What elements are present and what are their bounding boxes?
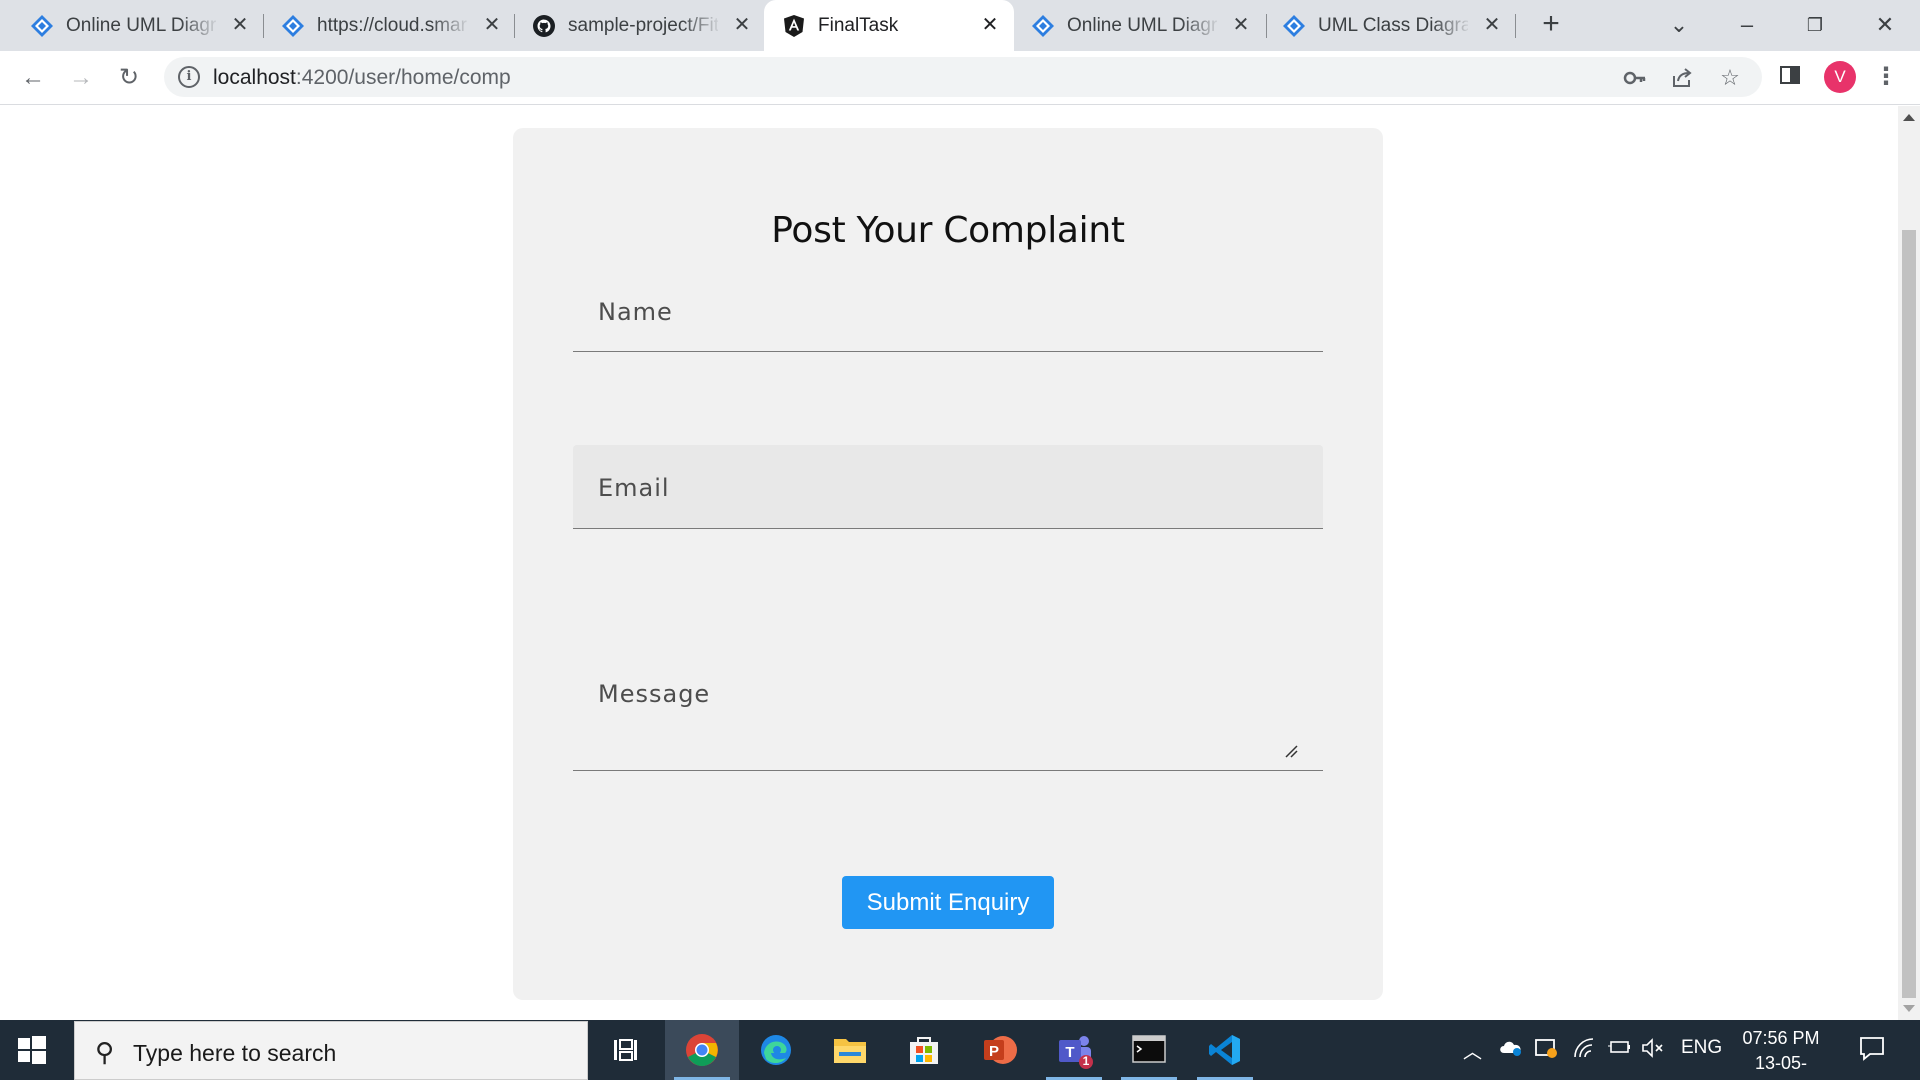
close-icon[interactable]: ✕ <box>480 13 504 37</box>
tab-finaltask[interactable]: FinalTask ✕ <box>764 0 1014 51</box>
page-viewport: Post Your Complaint Name Email Message S… <box>0 106 1898 1020</box>
svg-text:P: P <box>989 1043 999 1060</box>
page-title: Post Your Complaint <box>771 210 1125 251</box>
address-bar[interactable]: i localhost:4200/user/home/comp ☆ <box>164 57 1762 97</box>
forward-icon[interactable]: → <box>66 63 96 93</box>
security-icon[interactable] <box>1534 1037 1558 1065</box>
taskbar-edge[interactable] <box>739 1020 813 1080</box>
name-placeholder: Name <box>598 298 673 326</box>
reload-icon[interactable]: ↻ <box>114 63 144 93</box>
new-tab-button[interactable]: + <box>1535 9 1567 41</box>
taskbar-search-box[interactable]: ⚲ Type here to search <box>74 1021 588 1080</box>
taskbar-search-placeholder: Type here to search <box>133 1040 337 1066</box>
submit-enquiry-button[interactable]: Submit Enquiry <box>842 876 1054 929</box>
uml-diamond-icon <box>1283 15 1305 37</box>
wifi-icon[interactable] <box>1572 1037 1596 1065</box>
clock-time: 07:56 PM <box>1742 1028 1820 1048</box>
uml-diamond-icon <box>1032 15 1054 37</box>
close-icon[interactable]: ✕ <box>1480 13 1504 37</box>
terminal-icon <box>1132 1035 1166 1063</box>
angular-icon <box>784 15 804 37</box>
powerpoint-icon: P <box>984 1036 1017 1064</box>
tab-title: FinalTask <box>818 15 899 36</box>
folder-icon <box>834 1039 866 1063</box>
uml-diamond-icon <box>282 15 304 37</box>
scroll-up-icon[interactable] <box>1903 114 1915 121</box>
browser-toolbar: ← → ↻ i localhost:4200/user/home/comp ☆ … <box>0 51 1920 105</box>
site-info-icon[interactable]: i <box>178 66 200 88</box>
task-view-button[interactable] <box>588 1020 662 1080</box>
tab-github-sample-project[interactable]: sample-project/FitF ✕ <box>502 0 762 51</box>
show-hidden-icons-icon[interactable]: ︿ <box>1463 1037 1482 1064</box>
taskbar-chrome[interactable] <box>665 1020 739 1080</box>
menu-kebab-icon[interactable]: ⋮ <box>1872 63 1900 91</box>
email-field[interactable]: Email <box>573 445 1323 529</box>
scrollbar-thumb[interactable] <box>1902 230 1916 998</box>
vscode-icon <box>1209 1035 1240 1065</box>
close-icon[interactable]: ✕ <box>978 13 1002 37</box>
onedrive-icon[interactable] <box>1498 1037 1524 1063</box>
scroll-down-icon[interactable] <box>1903 1005 1915 1012</box>
bookmark-star-icon[interactable]: ☆ <box>1717 65 1743 91</box>
github-icon <box>533 15 555 37</box>
notifications-icon[interactable] <box>1858 1034 1886 1068</box>
tab-online-uml-2[interactable]: Online UML Diagra ✕ <box>1001 0 1261 51</box>
windows-start-icon[interactable] <box>18 1036 46 1064</box>
tab-cloud-smart[interactable]: https://cloud.smart ✕ <box>251 0 511 51</box>
language-indicator[interactable]: ENG <box>1681 1037 1722 1059</box>
tab-uml-class-diagram[interactable]: UML Class Diagram ✕ <box>1252 0 1512 51</box>
store-icon <box>910 1037 938 1064</box>
message-textarea[interactable]: Message <box>573 651 1323 771</box>
taskbar-file-explorer[interactable] <box>813 1020 887 1080</box>
search-icon: ⚲ <box>95 1037 115 1067</box>
profile-avatar[interactable]: V <box>1824 61 1856 93</box>
volume-muted-icon[interactable] <box>1640 1037 1666 1065</box>
close-window-icon[interactable]: ✕ <box>1870 10 1900 40</box>
restore-icon[interactable]: ❐ <box>1800 10 1830 40</box>
close-icon[interactable]: ✕ <box>730 13 754 37</box>
name-field[interactable]: Name <box>573 268 1323 352</box>
taskbar-teams[interactable]: T 1 <box>1037 1020 1111 1080</box>
share-icon[interactable] <box>1669 65 1695 91</box>
clock-date: 13-05-2023 <box>1754 1053 1808 1080</box>
tab-online-uml-1[interactable]: Online UML Diagra ✕ <box>0 0 260 51</box>
side-panel-icon[interactable] <box>1776 63 1804 91</box>
svg-text:T: T <box>1065 1044 1074 1061</box>
close-icon[interactable]: ✕ <box>228 13 252 37</box>
taskbar-vscode[interactable] <box>1188 1020 1262 1080</box>
password-key-icon[interactable] <box>1622 65 1648 91</box>
tab-search-icon[interactable]: ⌄ <box>1664 10 1694 40</box>
windows-taskbar: ⚲ Type here to search P T 1 ︿ ENG 07:56 … <box>0 1020 1920 1080</box>
email-placeholder: Email <box>598 474 670 502</box>
edge-icon <box>761 1035 791 1065</box>
back-icon[interactable]: ← <box>18 63 48 93</box>
url-text[interactable]: localhost:4200/user/home/comp <box>213 66 511 90</box>
close-icon[interactable]: ✕ <box>1229 13 1253 37</box>
taskbar-powerpoint[interactable]: P <box>962 1020 1036 1080</box>
complaint-card: Post Your Complaint Name Email Message S… <box>513 128 1383 1000</box>
battery-icon[interactable] <box>1606 1037 1632 1063</box>
tab-strip: Online UML Diagra ✕ https://cloud.smart … <box>0 0 1920 51</box>
system-clock[interactable]: 07:56 PM 13-05-2023 <box>1736 1026 1826 1080</box>
chrome-icon <box>686 1034 718 1066</box>
resize-handle-icon[interactable] <box>1284 744 1298 758</box>
task-view-icon <box>614 1039 637 1061</box>
minimize-icon[interactable]: – <box>1732 10 1762 40</box>
message-placeholder: Message <box>598 680 711 708</box>
taskbar-store[interactable] <box>887 1020 961 1080</box>
taskbar-terminal[interactable] <box>1112 1020 1186 1080</box>
teams-badge: 1 <box>1082 1054 1090 1068</box>
vertical-scrollbar[interactable] <box>1898 106 1920 1020</box>
uml-diamond-icon <box>31 15 53 37</box>
